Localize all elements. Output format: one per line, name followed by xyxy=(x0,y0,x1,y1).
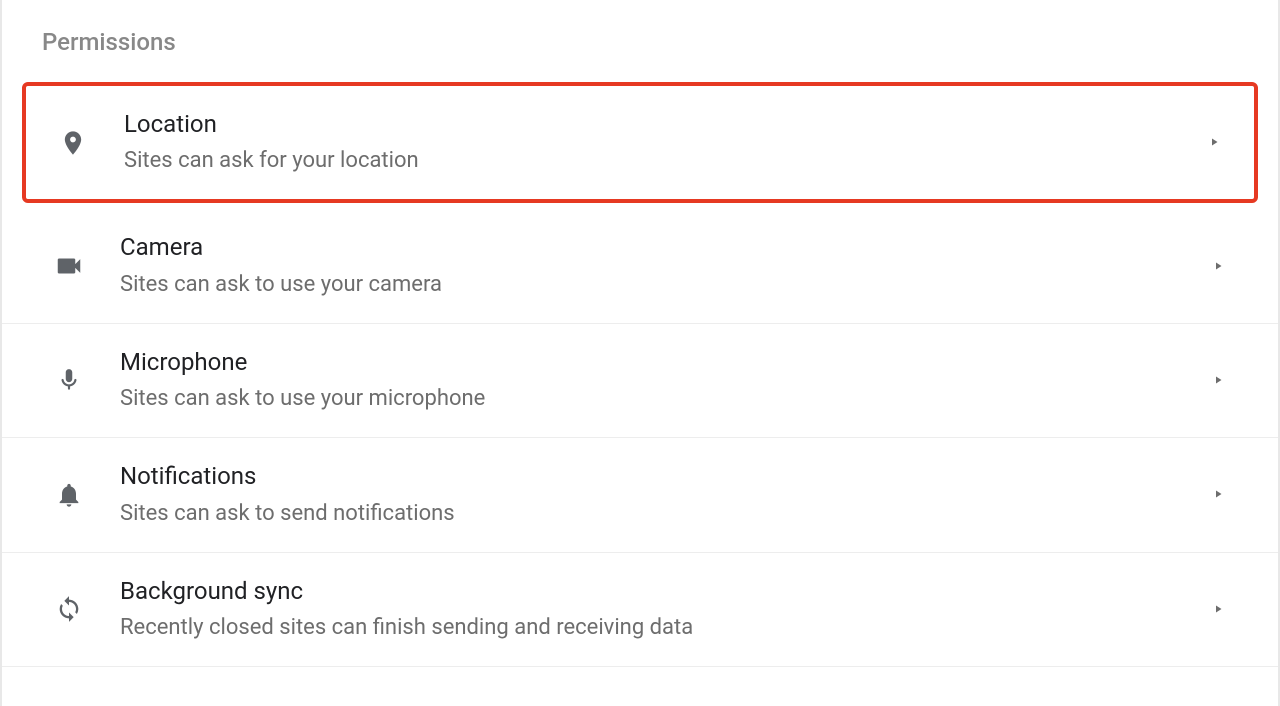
permission-title: Background sync xyxy=(120,575,1212,607)
permissions-panel: Permissions Location Sites can ask for y… xyxy=(0,0,1280,706)
permission-subtitle: Sites can ask to use your camera xyxy=(120,268,1212,301)
location-pin-icon xyxy=(48,129,98,157)
sync-icon xyxy=(44,595,94,623)
permission-text: Microphone Sites can ask to use your mic… xyxy=(94,346,1212,415)
permission-text: Location Sites can ask for your location xyxy=(98,108,1208,177)
chevron-right-icon xyxy=(1212,257,1228,276)
permission-text: Notifications Sites can ask to send noti… xyxy=(94,460,1212,529)
chevron-right-icon xyxy=(1212,371,1228,390)
permission-row-camera[interactable]: Camera Sites can ask to use your camera xyxy=(2,209,1278,323)
permission-subtitle: Recently closed sites can finish sending… xyxy=(120,611,1212,644)
camera-icon xyxy=(44,251,94,281)
chevron-right-icon xyxy=(1212,485,1228,504)
permission-title: Microphone xyxy=(120,346,1212,378)
chevron-right-icon xyxy=(1208,133,1224,152)
permission-row-background-sync[interactable]: Background sync Recently closed sites ca… xyxy=(2,553,1278,667)
permission-text: Camera Sites can ask to use your camera xyxy=(94,231,1212,300)
permission-title: Camera xyxy=(120,231,1212,263)
microphone-icon xyxy=(44,367,94,393)
permission-subtitle: Sites can ask for your location xyxy=(124,144,1208,177)
permission-title: Location xyxy=(124,108,1208,140)
section-header: Permissions xyxy=(2,10,1278,82)
permission-row-microphone[interactable]: Microphone Sites can ask to use your mic… xyxy=(2,324,1278,438)
chevron-right-icon xyxy=(1212,600,1228,619)
permission-subtitle: Sites can ask to send notifications xyxy=(120,497,1212,530)
permission-subtitle: Sites can ask to use your microphone xyxy=(120,382,1212,415)
permission-text: Background sync Recently closed sites ca… xyxy=(94,575,1212,644)
bell-icon xyxy=(44,481,94,509)
permission-row-location[interactable]: Location Sites can ask for your location xyxy=(22,82,1258,203)
permission-title: Notifications xyxy=(120,460,1212,492)
permission-row-notifications[interactable]: Notifications Sites can ask to send noti… xyxy=(2,438,1278,552)
